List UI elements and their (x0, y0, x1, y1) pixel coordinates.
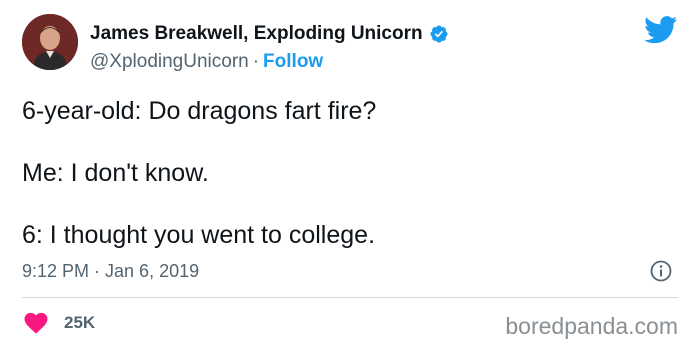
author-name-row: James Breakwell, Exploding Unicorn (90, 22, 449, 46)
tweet-timestamp[interactable]: 9:12 PM · Jan 6, 2019 (22, 259, 199, 283)
info-icon[interactable] (649, 259, 673, 283)
tweet-line-2: Me: I don't know. (22, 159, 209, 187)
like-button[interactable]: 25K (24, 312, 95, 334)
separator-dot: · (252, 51, 260, 72)
handle-row: @XplodingUnicorn · Follow (90, 50, 323, 74)
like-count: 25K (64, 313, 96, 332)
source-watermark: boredpanda.com (505, 313, 678, 339)
author-name[interactable]: James Breakwell, Exploding Unicorn (90, 22, 423, 46)
author-handle[interactable]: @XplodingUnicorn (90, 51, 249, 72)
follow-button[interactable]: Follow (263, 51, 323, 72)
tweet-line-3: 6: I thought you went to college. (22, 221, 376, 249)
avatar[interactable] (22, 14, 78, 70)
divider (22, 297, 678, 298)
twitter-bird-icon[interactable] (644, 16, 678, 44)
verified-badge-icon (429, 24, 449, 44)
tweet-line-1: 6-year-old: Do dragons fart fire? (22, 97, 377, 125)
tweet-card: James Breakwell, Exploding Unicorn @Xplo… (0, 0, 700, 349)
heart-icon (24, 312, 48, 334)
